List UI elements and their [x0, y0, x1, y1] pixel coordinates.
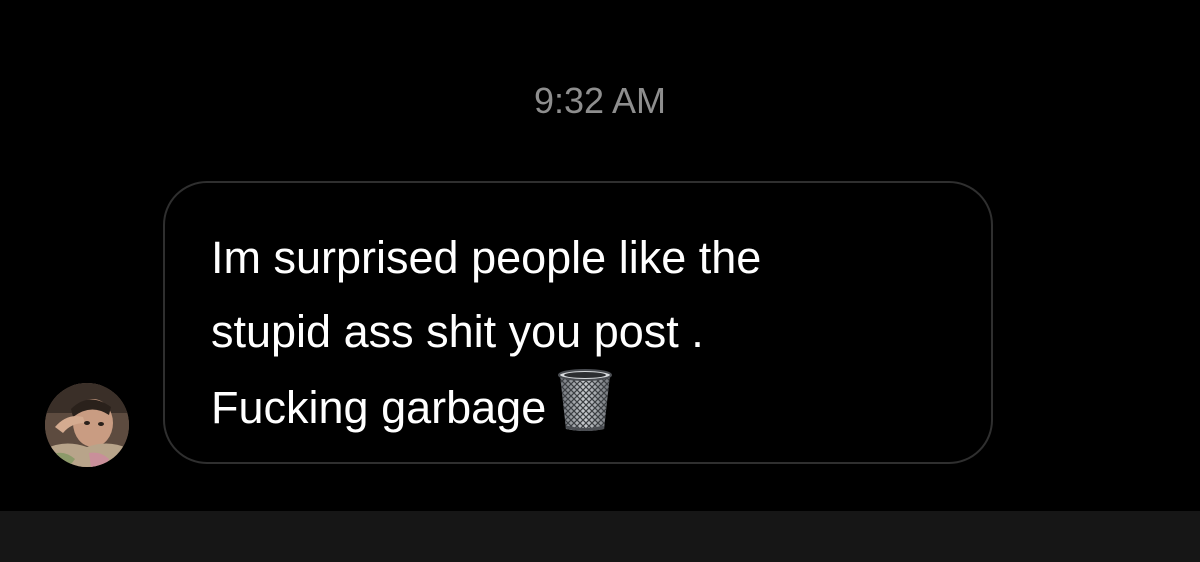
message-text: Im surprised people like the stupid ass … — [211, 221, 951, 445]
message-timestamp: 9:32 AM — [533, 80, 667, 121]
wastebasket-icon — [558, 369, 613, 431]
avatar-photo — [45, 383, 129, 467]
message-bubble[interactable]: Im surprised people like the stupid ass … — [163, 181, 993, 464]
sender-avatar[interactable] — [45, 383, 129, 467]
message-body: Im surprised people like the stupid ass … — [211, 232, 762, 433]
message-composer-bar[interactable] — [0, 511, 1200, 562]
